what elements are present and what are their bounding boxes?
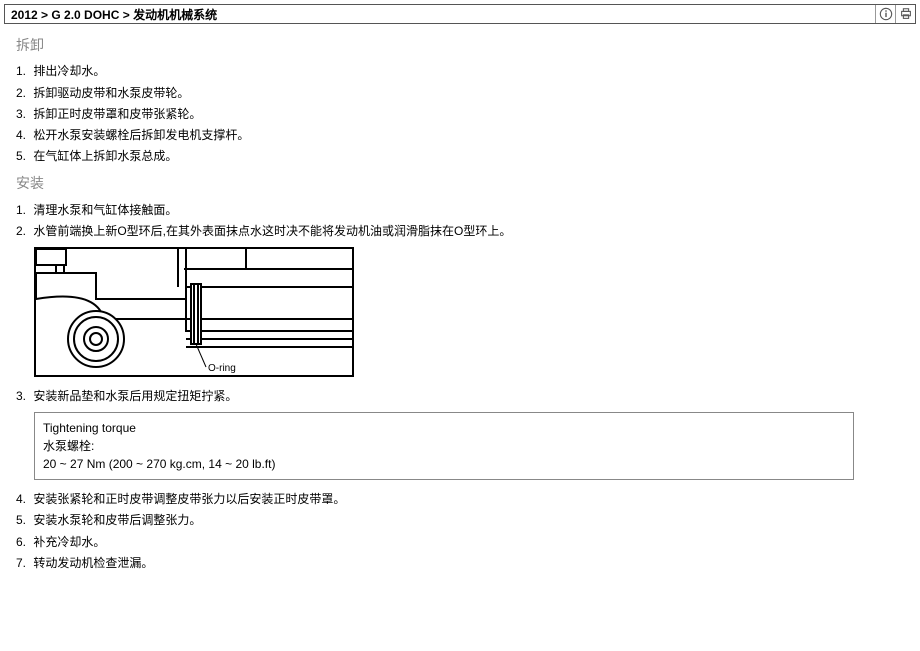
- step-text: 松开水泵安装螺栓后拆卸发电机支撑杆。: [33, 128, 249, 142]
- step-text: 安装张紧轮和正时皮带调整皮带张力以后安装正时皮带罩。: [33, 492, 345, 506]
- info-button[interactable]: [875, 5, 895, 23]
- list-item: 3. 拆卸正时皮带罩和皮带张紧轮。: [16, 105, 910, 124]
- info-icon: [879, 7, 893, 21]
- torque-label: 水泵螺栓:: [43, 437, 845, 455]
- list-item: 5. 安装水泵轮和皮带后调整张力。: [16, 511, 910, 530]
- list-item: 5. 在气缸体上拆卸水泵总成。: [16, 147, 910, 166]
- install-steps-c: 4. 安装张紧轮和正时皮带调整皮带张力以后安装正时皮带罩。 5. 安装水泵轮和皮…: [16, 490, 910, 573]
- breadcrumb: 2012 > G 2.0 DOHC > 发动机机械系统: [5, 6, 875, 23]
- step-text: 水管前端换上新O型环后,在其外表面抹点水这时决不能将发动机油或润滑脂抹在O型环上…: [33, 224, 511, 238]
- list-item: 4. 安装张紧轮和正时皮带调整皮带张力以后安装正时皮带罩。: [16, 490, 910, 509]
- list-item: 7. 转动发动机检查泄漏。: [16, 554, 910, 573]
- step-text: 清理水泵和气缸体接触面。: [33, 203, 177, 217]
- torque-title: Tightening torque: [43, 419, 845, 437]
- step-text: 安装新品垫和水泵后用规定扭矩拧紧。: [33, 389, 237, 403]
- document-content: 拆卸 1. 排出冷却水。 2. 拆卸驱动皮带和水泵皮带轮。 3. 拆卸正时皮带罩…: [4, 34, 916, 573]
- step-text: 拆卸正时皮带罩和皮带张紧轮。: [33, 107, 201, 121]
- torque-value: 20 ~ 27 Nm (200 ~ 270 kg.cm, 14 ~ 20 lb.…: [43, 455, 845, 473]
- step-text: 转动发动机检查泄漏。: [33, 556, 153, 570]
- list-item: 1. 清理水泵和气缸体接触面。: [16, 201, 910, 220]
- oring-figure: O-ring: [34, 247, 354, 377]
- print-button[interactable]: [895, 5, 915, 23]
- list-item: 2. 拆卸驱动皮带和水泵皮带轮。: [16, 84, 910, 103]
- install-steps: 1. 清理水泵和气缸体接触面。 2. 水管前端换上新O型环后,在其外表面抹点水这…: [16, 201, 910, 241]
- install-title: 安装: [16, 172, 910, 194]
- torque-spec-box: Tightening torque 水泵螺栓: 20 ~ 27 Nm (200 …: [34, 412, 854, 480]
- list-item: 1. 排出冷却水。: [16, 62, 910, 81]
- step-text: 安装水泵轮和皮带后调整张力。: [33, 513, 201, 527]
- removal-title: 拆卸: [16, 34, 910, 56]
- oring-diagram: [36, 249, 354, 377]
- step-text: 排出冷却水。: [33, 64, 105, 78]
- breadcrumb-actions: [875, 5, 915, 23]
- breadcrumb-bar: 2012 > G 2.0 DOHC > 发动机机械系统: [4, 4, 916, 24]
- list-item: 4. 松开水泵安装螺栓后拆卸发电机支撑杆。: [16, 126, 910, 145]
- step-text: 在气缸体上拆卸水泵总成。: [33, 149, 177, 163]
- install-steps-b: 3. 安装新品垫和水泵后用规定扭矩拧紧。: [16, 387, 910, 406]
- step-text: 拆卸驱动皮带和水泵皮带轮。: [33, 86, 189, 100]
- figure-label: O-ring: [208, 361, 236, 377]
- removal-steps: 1. 排出冷却水。 2. 拆卸驱动皮带和水泵皮带轮。 3. 拆卸正时皮带罩和皮带…: [16, 62, 910, 166]
- list-item: 3. 安装新品垫和水泵后用规定扭矩拧紧。: [16, 387, 910, 406]
- step-text: 补充冷却水。: [33, 535, 105, 549]
- list-item: 6. 补充冷却水。: [16, 533, 910, 552]
- list-item: 2. 水管前端换上新O型环后,在其外表面抹点水这时决不能将发动机油或润滑脂抹在O…: [16, 222, 910, 241]
- print-icon: [899, 7, 913, 21]
